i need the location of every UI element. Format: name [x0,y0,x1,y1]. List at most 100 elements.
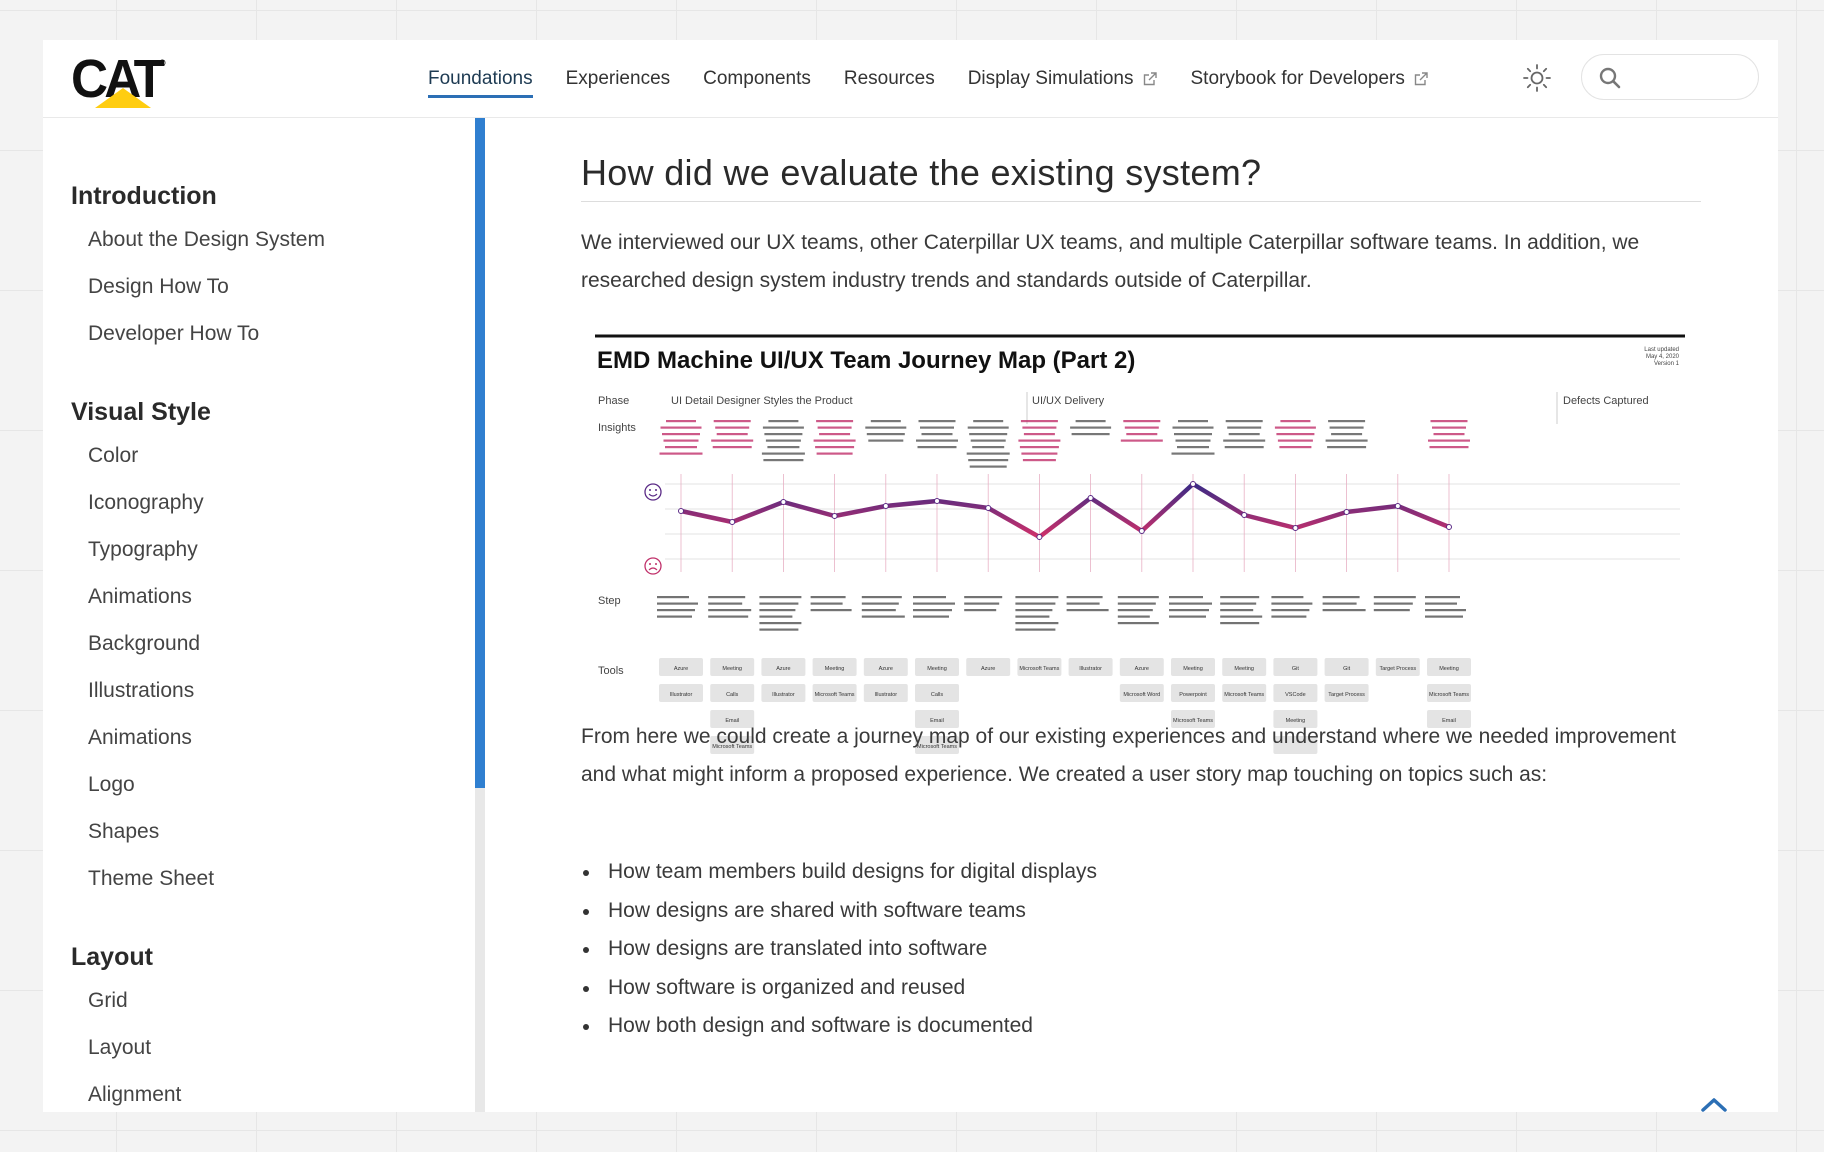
phase-2-label: UI/UX Delivery [1032,395,1105,407]
nav-label: Experiences [565,68,671,89]
heading-divider [581,201,1701,202]
nav-storybook[interactable]: Storybook for Developers [1191,60,1429,98]
tool-chip-label: Illustrator [1079,666,1102,672]
topics-list: How team members build designs for digit… [581,853,1097,1046]
row-label-phase: Phase [598,395,629,407]
tool-chip-label: Meeting [722,666,742,672]
list-item: How designs are shared with software tea… [581,892,1097,931]
sidebar-item-design-how-to[interactable]: Design How To [88,275,229,299]
smile-face-icon [644,483,662,501]
tool-chip-label: Azure [981,666,995,672]
tool-chip-label: Illustrator [670,692,693,698]
sidebar-scrollbar-track[interactable] [475,788,485,1112]
tool-chip-label: Illustrator [772,692,795,698]
figure-updated-label: Last updated [1644,347,1679,353]
row-label-insights: Insights [598,422,636,434]
sidebar-item-grid[interactable]: Grid [88,989,128,1013]
search-input[interactable] [1630,63,1748,91]
nav-display-simulations[interactable]: Display Simulations [968,60,1158,98]
sidebar-item-developer-how-to[interactable]: Developer How To [88,322,259,346]
list-item: How designs are translated into software [581,930,1097,969]
tool-chip-label: Meeting [1439,666,1459,672]
sidebar-item-illustrations[interactable]: Illustrations [88,679,194,703]
sidebar-item-about[interactable]: About the Design System [88,228,325,252]
frown-face-icon [644,557,662,575]
search-icon[interactable] [1598,66,1622,90]
tool-chip-label: Microsoft Teams [815,692,855,698]
back-to-top-chevron-icon[interactable] [1700,1096,1728,1112]
list-item: How team members build designs for digit… [581,853,1097,892]
nav-label: Components [703,68,811,89]
tool-chip-label: Microsoft Teams [1224,692,1264,698]
intro-paragraph: We interviewed our UX teams, other Cater… [581,231,1640,292]
sidebar-item-typography[interactable]: Typography [88,538,198,562]
nav-label: Display Simulations [967,68,1134,89]
figure-title: EMD Machine UI/UX Team Journey Map (Part… [597,347,1135,374]
nav-label: Storybook for Developers [1190,68,1405,89]
sidebar-item-animations-2[interactable]: Animations [88,726,192,750]
tool-chip-label: Git [1292,666,1300,672]
tool-chip-label: Calls [931,692,943,698]
tool-chip-label: Illustrator [874,692,897,698]
tool-chip-label: Meeting [1234,666,1254,672]
nav-label: Resources [843,68,935,89]
journey-map-image: EMD Machine UI/UX Team Journey Map (Part… [595,334,1685,754]
logo-registered-mark: ® [159,58,166,68]
sidebar-section-visual-style: Visual Style [71,398,211,426]
list-item: How software is organized and reused [581,969,1097,1008]
row-label-step: Step [598,595,621,607]
sidebar-item-logo[interactable]: Logo [88,773,135,797]
sidebar-item-alignment[interactable]: Alignment [88,1083,181,1107]
journey-map-figure: EMD Machine UI/UX Team Journey Map (Part… [595,334,1685,760]
cat-logo[interactable]: CAT ® [71,50,171,108]
sidebar-section-introduction: Introduction [71,182,217,210]
tool-chip-label: Azure [879,666,893,672]
logo-triangle [95,88,151,108]
sidebar-item-animations[interactable]: Animations [88,585,192,609]
nav-resources[interactable]: Resources [844,60,935,98]
nav-components[interactable]: Components [703,60,811,98]
sidebar-item-iconography[interactable]: Iconography [88,491,204,515]
sidebar-item-color[interactable]: Color [88,444,138,468]
tool-chip-label: Microsoft Teams [1019,666,1059,672]
nav-label: Foundations [428,68,533,89]
top-header: CAT ® Foundations Experiences Components… [43,40,1778,118]
nav-experiences[interactable]: Experiences [566,60,671,98]
tool-chip-label: Microsoft Word [1123,692,1160,698]
tool-chip-label: Powerpoint [1179,692,1207,698]
journey-map-paragraph: From here we could create a journey map … [581,725,1676,786]
figure-version: Version 1 [1654,361,1680,367]
tool-chip-label: Git [1343,666,1351,672]
sun-icon[interactable] [1521,62,1553,94]
sidebar-item-theme-sheet[interactable]: Theme Sheet [88,867,214,891]
phase-1-label: UI Detail Designer Styles the Product [671,395,853,407]
tool-chip-label: Target Process [1328,692,1365,698]
sidebar-scrollbar-thumb[interactable] [475,118,485,788]
row-label-tools: Tools [598,665,624,677]
page: CAT ® Foundations Experiences Components… [43,40,1778,1112]
section-heading: How did we evaluate the existing system? [581,152,1262,193]
search-box [1581,54,1759,100]
phase-3-label: Defects Captured [1563,395,1649,407]
figure-updated-date: May 4, 2020 [1646,354,1680,360]
sidebar: Introduction About the Design System Des… [43,118,473,1112]
tool-chip-label: VSCode [1285,692,1306,698]
main-content: How did we evaluate the existing system?… [485,118,1778,1112]
external-link-icon [1414,72,1428,86]
external-link-icon [1143,72,1157,86]
list-item: How both design and software is document… [581,1007,1097,1046]
sidebar-item-background[interactable]: Background [88,632,200,656]
tool-chip-label: Calls [726,692,738,698]
tool-chip-label: Azure [674,666,688,672]
tool-chip-label: Meeting [927,666,947,672]
sidebar-item-shapes[interactable]: Shapes [88,820,159,844]
nav-foundations[interactable]: Foundations [428,60,533,98]
tool-chip-label: Target Process [1379,666,1416,672]
tool-chip-label: Microsoft Teams [1429,692,1469,698]
main-nav: Foundations Experiences Components Resou… [428,40,1462,118]
tool-chip-label: Meeting [825,666,845,672]
sidebar-section-layout: Layout [71,943,153,971]
tool-chip-label: Azure [776,666,790,672]
sidebar-item-layout[interactable]: Layout [88,1036,151,1060]
tool-chip-label: Azure [1135,666,1149,672]
